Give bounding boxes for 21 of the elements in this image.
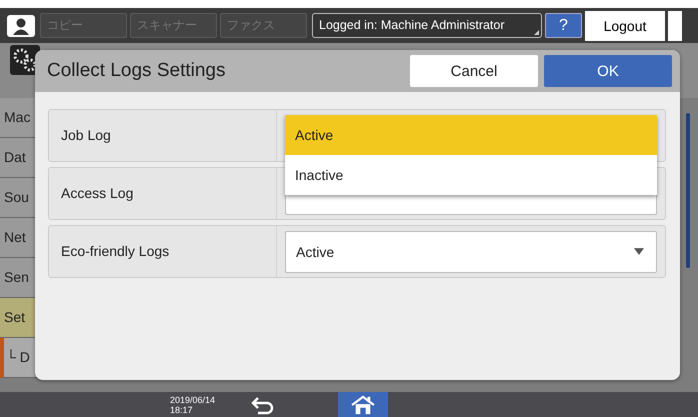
setting-label: Job Log — [49, 110, 277, 161]
date: 2019/06/14 — [170, 394, 216, 404]
time: 18:17 — [170, 404, 194, 414]
dropdown-option[interactable]: Active — [285, 114, 657, 154]
home-button[interactable] — [338, 392, 388, 417]
setting-label: Access Log — [49, 168, 277, 219]
logout-button[interactable]: Logout — [585, 10, 665, 40]
dialog-title: Collect Logs Settings — [47, 60, 226, 82]
help-button[interactable]: ? — [545, 13, 582, 38]
setting-label: Eco-friendly Logs — [49, 226, 277, 277]
dropdown-option[interactable]: Inactive — [285, 154, 657, 194]
dropdown-field[interactable]: Active — [285, 230, 657, 272]
dropdown-value: Active — [296, 244, 334, 260]
cancel-button[interactable]: Cancel — [410, 55, 538, 87]
back-icon[interactable] — [250, 394, 276, 414]
login-status-field[interactable]: Logged in: Machine Administrator — [312, 13, 542, 38]
caret-icon — [634, 248, 644, 255]
ok-button[interactable]: OK — [544, 55, 672, 87]
user-icon[interactable] — [7, 14, 35, 36]
scrollbar[interactable] — [686, 113, 690, 268]
home-icon — [351, 394, 375, 414]
